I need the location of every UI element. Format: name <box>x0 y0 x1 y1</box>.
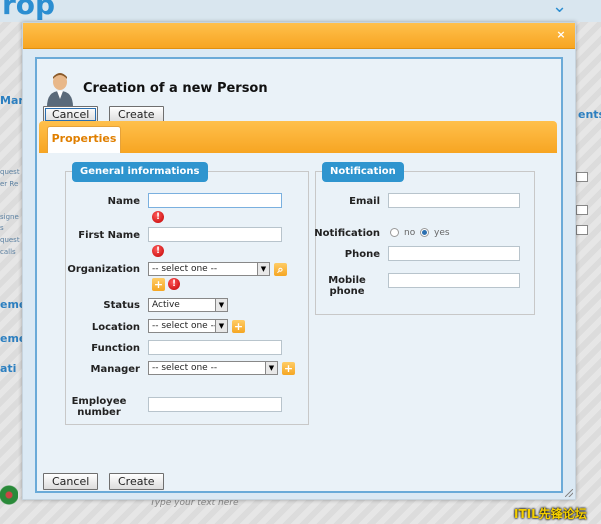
email-label: Email <box>349 196 380 207</box>
background-arrow-icon: ⌄ <box>552 0 568 17</box>
create-button-bottom[interactable]: Create <box>109 473 164 490</box>
notification-yes-radio[interactable] <box>420 228 429 237</box>
cancel-button-bottom[interactable]: Cancel <box>43 473 99 490</box>
dialog-content: Creation of a new Person Cancel Create P… <box>35 57 563 493</box>
first-name-input[interactable] <box>148 227 282 242</box>
organization-select[interactable]: -- select one -- ▼ <box>148 262 270 276</box>
manager-select[interactable]: -- select one -- ▼ <box>148 361 278 375</box>
page-title: Creation of a new Person <box>83 81 268 96</box>
organization-label: Organization <box>67 264 140 275</box>
background-menu-subitem: quest <box>0 168 20 176</box>
background-menu-subitem: er Re <box>0 180 19 188</box>
location-select[interactable]: -- select one -- ▼ <box>148 319 228 333</box>
manager-add-plus-icon[interactable]: + <box>282 362 295 375</box>
phone-label: Phone <box>344 249 380 260</box>
dialog-titlebar[interactable]: × <box>23 23 575 49</box>
first-name-error-icon: ! <box>152 245 164 257</box>
status-label: Status <box>103 300 140 311</box>
organization-selected: -- select one -- <box>152 264 218 274</box>
general-informations-legend: General informations <box>72 162 208 182</box>
create-person-dialog: × Creation of a new Person Cancel Create… <box>22 22 576 500</box>
background-header <box>0 0 601 22</box>
status-select[interactable]: Active ▼ <box>148 298 228 312</box>
email-input[interactable] <box>388 193 520 208</box>
name-error-icon: ! <box>152 211 164 223</box>
chevron-down-icon: ▼ <box>257 263 269 275</box>
name-label: Name <box>107 196 140 207</box>
close-icon[interactable]: × <box>555 29 567 41</box>
function-input[interactable] <box>148 340 282 355</box>
chevron-down-icon: ▼ <box>215 320 227 332</box>
chevron-down-icon: ▼ <box>265 362 277 374</box>
location-add-plus-icon[interactable]: + <box>232 320 245 333</box>
background-select <box>576 225 588 235</box>
notification-legend: Notification <box>322 162 404 182</box>
location-label: Location <box>91 322 140 333</box>
mobile-phone-label: Mobile phone <box>328 275 366 297</box>
resize-handle-icon[interactable] <box>565 489 573 497</box>
tab-bar: Properties <box>39 121 557 154</box>
status-selected: Active <box>152 300 180 310</box>
employee-number-label: Employee number <box>71 396 127 418</box>
function-label: Function <box>91 343 140 354</box>
first-name-label: First Name <box>78 230 140 241</box>
organization-error-icon: ! <box>168 278 180 290</box>
notification-yes-label: yes <box>434 228 450 238</box>
employee-number-input[interactable] <box>148 397 282 412</box>
tab-properties[interactable]: Properties <box>47 126 121 154</box>
background-select <box>576 205 588 215</box>
background-right-label: ents <box>578 108 601 121</box>
notification-no-radio[interactable] <box>390 228 399 237</box>
background-menu-subitem: quest <box>0 236 20 244</box>
manager-label: Manager <box>90 364 140 375</box>
properties-panel: General informations Name ! First Name !… <box>39 153 557 447</box>
background-plant-icon <box>0 485 18 510</box>
notification-no-label: no <box>404 228 416 238</box>
notification-label: Notification <box>314 228 380 239</box>
general-informations-fieldset: General informations Name ! First Name !… <box>65 162 309 425</box>
mobile-phone-input[interactable] <box>388 273 520 288</box>
person-icon <box>47 73 73 107</box>
background-select <box>576 172 588 182</box>
manager-selected: -- select one -- <box>152 363 218 373</box>
name-input[interactable] <box>148 193 282 208</box>
background-menu-subitem: signe <box>0 213 19 221</box>
organization-add-plus-icon[interactable]: + <box>152 278 165 291</box>
location-selected: -- select one -- <box>152 321 218 331</box>
background-menu-subitem: s <box>0 224 4 232</box>
phone-input[interactable] <box>388 246 520 261</box>
background-logo: rop <box>2 0 56 21</box>
background-left-menu: Man quest er Re signe s quest calls eme … <box>0 60 26 510</box>
notification-fieldset: Notification Email Notification no yes P… <box>314 162 535 315</box>
chevron-down-icon: ▼ <box>215 299 227 311</box>
watermark: ITIL先锋论坛 <box>514 507 587 521</box>
background-menu-subitem: calls <box>0 248 16 256</box>
background-menu-item: ati <box>0 362 17 375</box>
organization-search-icon[interactable]: ⌕ <box>274 263 287 276</box>
